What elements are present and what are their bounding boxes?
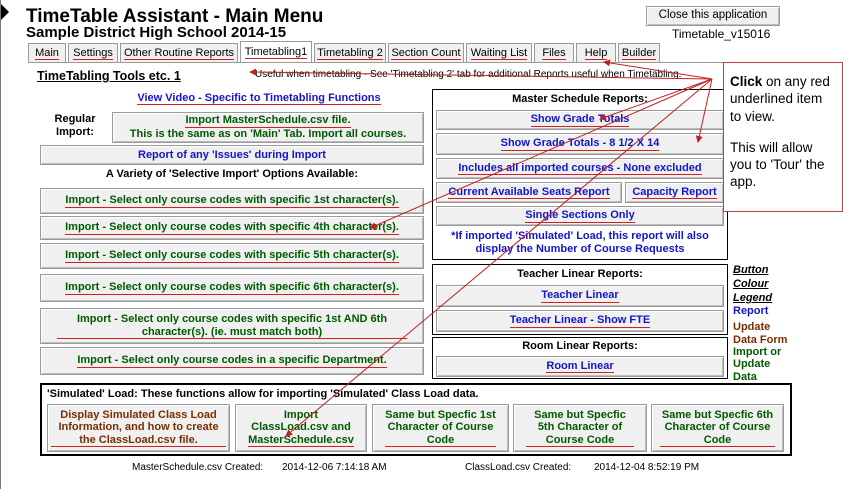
tab-other-routine-reports[interactable]: Other Routine Reports [120, 43, 238, 62]
note-click-word: Click [730, 74, 763, 89]
version-label: Timetable_v15016 [672, 27, 771, 41]
current-available-seats-button[interactable]: Current Available Seats Report [436, 182, 622, 203]
view-video-link[interactable]: View Video - Specific to Timetabling Fun… [126, 92, 392, 105]
import-masterschedule-button[interactable]: Import MasterSchedule.csv file. This is … [112, 112, 424, 143]
import-6th-character-button[interactable]: Import - Select only course codes with s… [40, 274, 424, 302]
simulated-load-note: *If imported 'Simulated' Load, this repo… [451, 230, 709, 255]
import-specific-5th-character-button[interactable]: Same but Specfic 5th Character of Course… [513, 404, 647, 452]
show-grade-totals-legal-button[interactable]: Show Grade Totals - 8 1/2 X 14 [436, 133, 724, 155]
legend-update-2: Data Form [733, 334, 788, 346]
selective-import-heading: A Variety of 'Selective Import' Options … [105, 168, 359, 180]
legend-update-1: Update [733, 321, 771, 333]
import-issues-report-button[interactable]: Report of any 'Issues' during Import [40, 145, 424, 165]
record-selector-icon [1, 4, 9, 20]
regular-import-label: Regular Import: [54, 113, 96, 138]
tab-timetabling2[interactable]: Timetabling 2 [314, 43, 386, 62]
masterschedule-created-date: 2014-12-06 7:14:18 AM [282, 462, 387, 473]
import-specific-6th-character-button[interactable]: Same but Specfic 6th Character of Course… [651, 404, 784, 452]
legend-import-2: Update [733, 358, 771, 370]
includes-all-courses-button[interactable]: Includes all imported courses - None exc… [436, 158, 724, 179]
room-linear-reports-heading: Room Linear Reports: [522, 340, 638, 352]
tab-main[interactable]: Main [28, 43, 66, 62]
tab-settings[interactable]: Settings [68, 43, 118, 62]
tab-files[interactable]: Files [534, 43, 574, 62]
legend-import-3: Data [733, 371, 757, 383]
close-application-button[interactable]: Close this application [646, 6, 780, 26]
window-left-border [0, 0, 1, 489]
note-line-2: This will allow you to 'Tour' the app. [730, 139, 825, 190]
import-department-button[interactable]: Import - Select only course codes in a s… [40, 347, 424, 375]
legend-title-3: Legend [733, 292, 773, 304]
tab-waiting-list[interactable]: Waiting List [466, 43, 532, 62]
legend-title-2: Colour [733, 278, 769, 290]
teacher-linear-reports-heading: Teacher Linear Reports: [517, 268, 643, 280]
import-specific-1st-character-button[interactable]: Same but Specfic 1st Character of Course… [372, 404, 509, 452]
import-classload-button[interactable]: Import ClassLoad.csv and MasterSchedule.… [235, 404, 367, 452]
legend-import-1: Import or [733, 346, 782, 358]
import-4th-character-button[interactable]: Import - Select only course codes with s… [40, 216, 424, 240]
teacher-linear-button[interactable]: Teacher Linear [436, 285, 724, 307]
school-name: Sample District High School 2014-15 [26, 24, 287, 41]
classload-created-date: 2014-12-04 8:52:19 PM [594, 462, 700, 473]
timetabling-hint: Useful when timetabling - See 'Timetabli… [255, 69, 682, 80]
show-grade-totals-button[interactable]: Show Grade Totals [436, 110, 724, 130]
master-schedule-reports-heading: Master Schedule Reports: [512, 93, 648, 105]
import-1st-and-6th-character-button[interactable]: Import - Select only course codes with s… [40, 308, 424, 344]
tab-timetabling1[interactable]: Timetabling1 [240, 41, 312, 63]
tour-instruction-note: Click on any red underlined item to view… [723, 62, 843, 212]
single-sections-only-button[interactable]: Single Sections Only [436, 206, 724, 226]
classload-created-label: ClassLoad.csv Created: [465, 462, 572, 473]
simulated-load-heading: 'Simulated' Load: These functions allow … [47, 388, 479, 400]
room-linear-button[interactable]: Room Linear [436, 356, 724, 377]
tab-help[interactable]: Help [576, 43, 616, 62]
capacity-report-button[interactable]: Capacity Report [625, 182, 724, 203]
legend-report: Report [733, 305, 769, 317]
tab-builder[interactable]: Builder [618, 43, 660, 62]
legend-title-1: Button [733, 264, 769, 276]
masterschedule-created-label: MasterSchedule.csv Created: [132, 462, 264, 473]
display-simulated-load-button[interactable]: Display Simulated Class Load Information… [47, 404, 230, 452]
import-5th-character-button[interactable]: Import - Select only course codes with s… [40, 243, 424, 269]
teacher-linear-fte-button[interactable]: Teacher Linear - Show FTE [436, 310, 724, 332]
import-1st-character-button[interactable]: Import - Select only course codes with s… [40, 188, 424, 214]
tab-section-count[interactable]: Section Count [388, 43, 464, 62]
tab-divider [28, 62, 843, 63]
section-title: TimeTabling Tools etc. 1 [37, 69, 181, 83]
